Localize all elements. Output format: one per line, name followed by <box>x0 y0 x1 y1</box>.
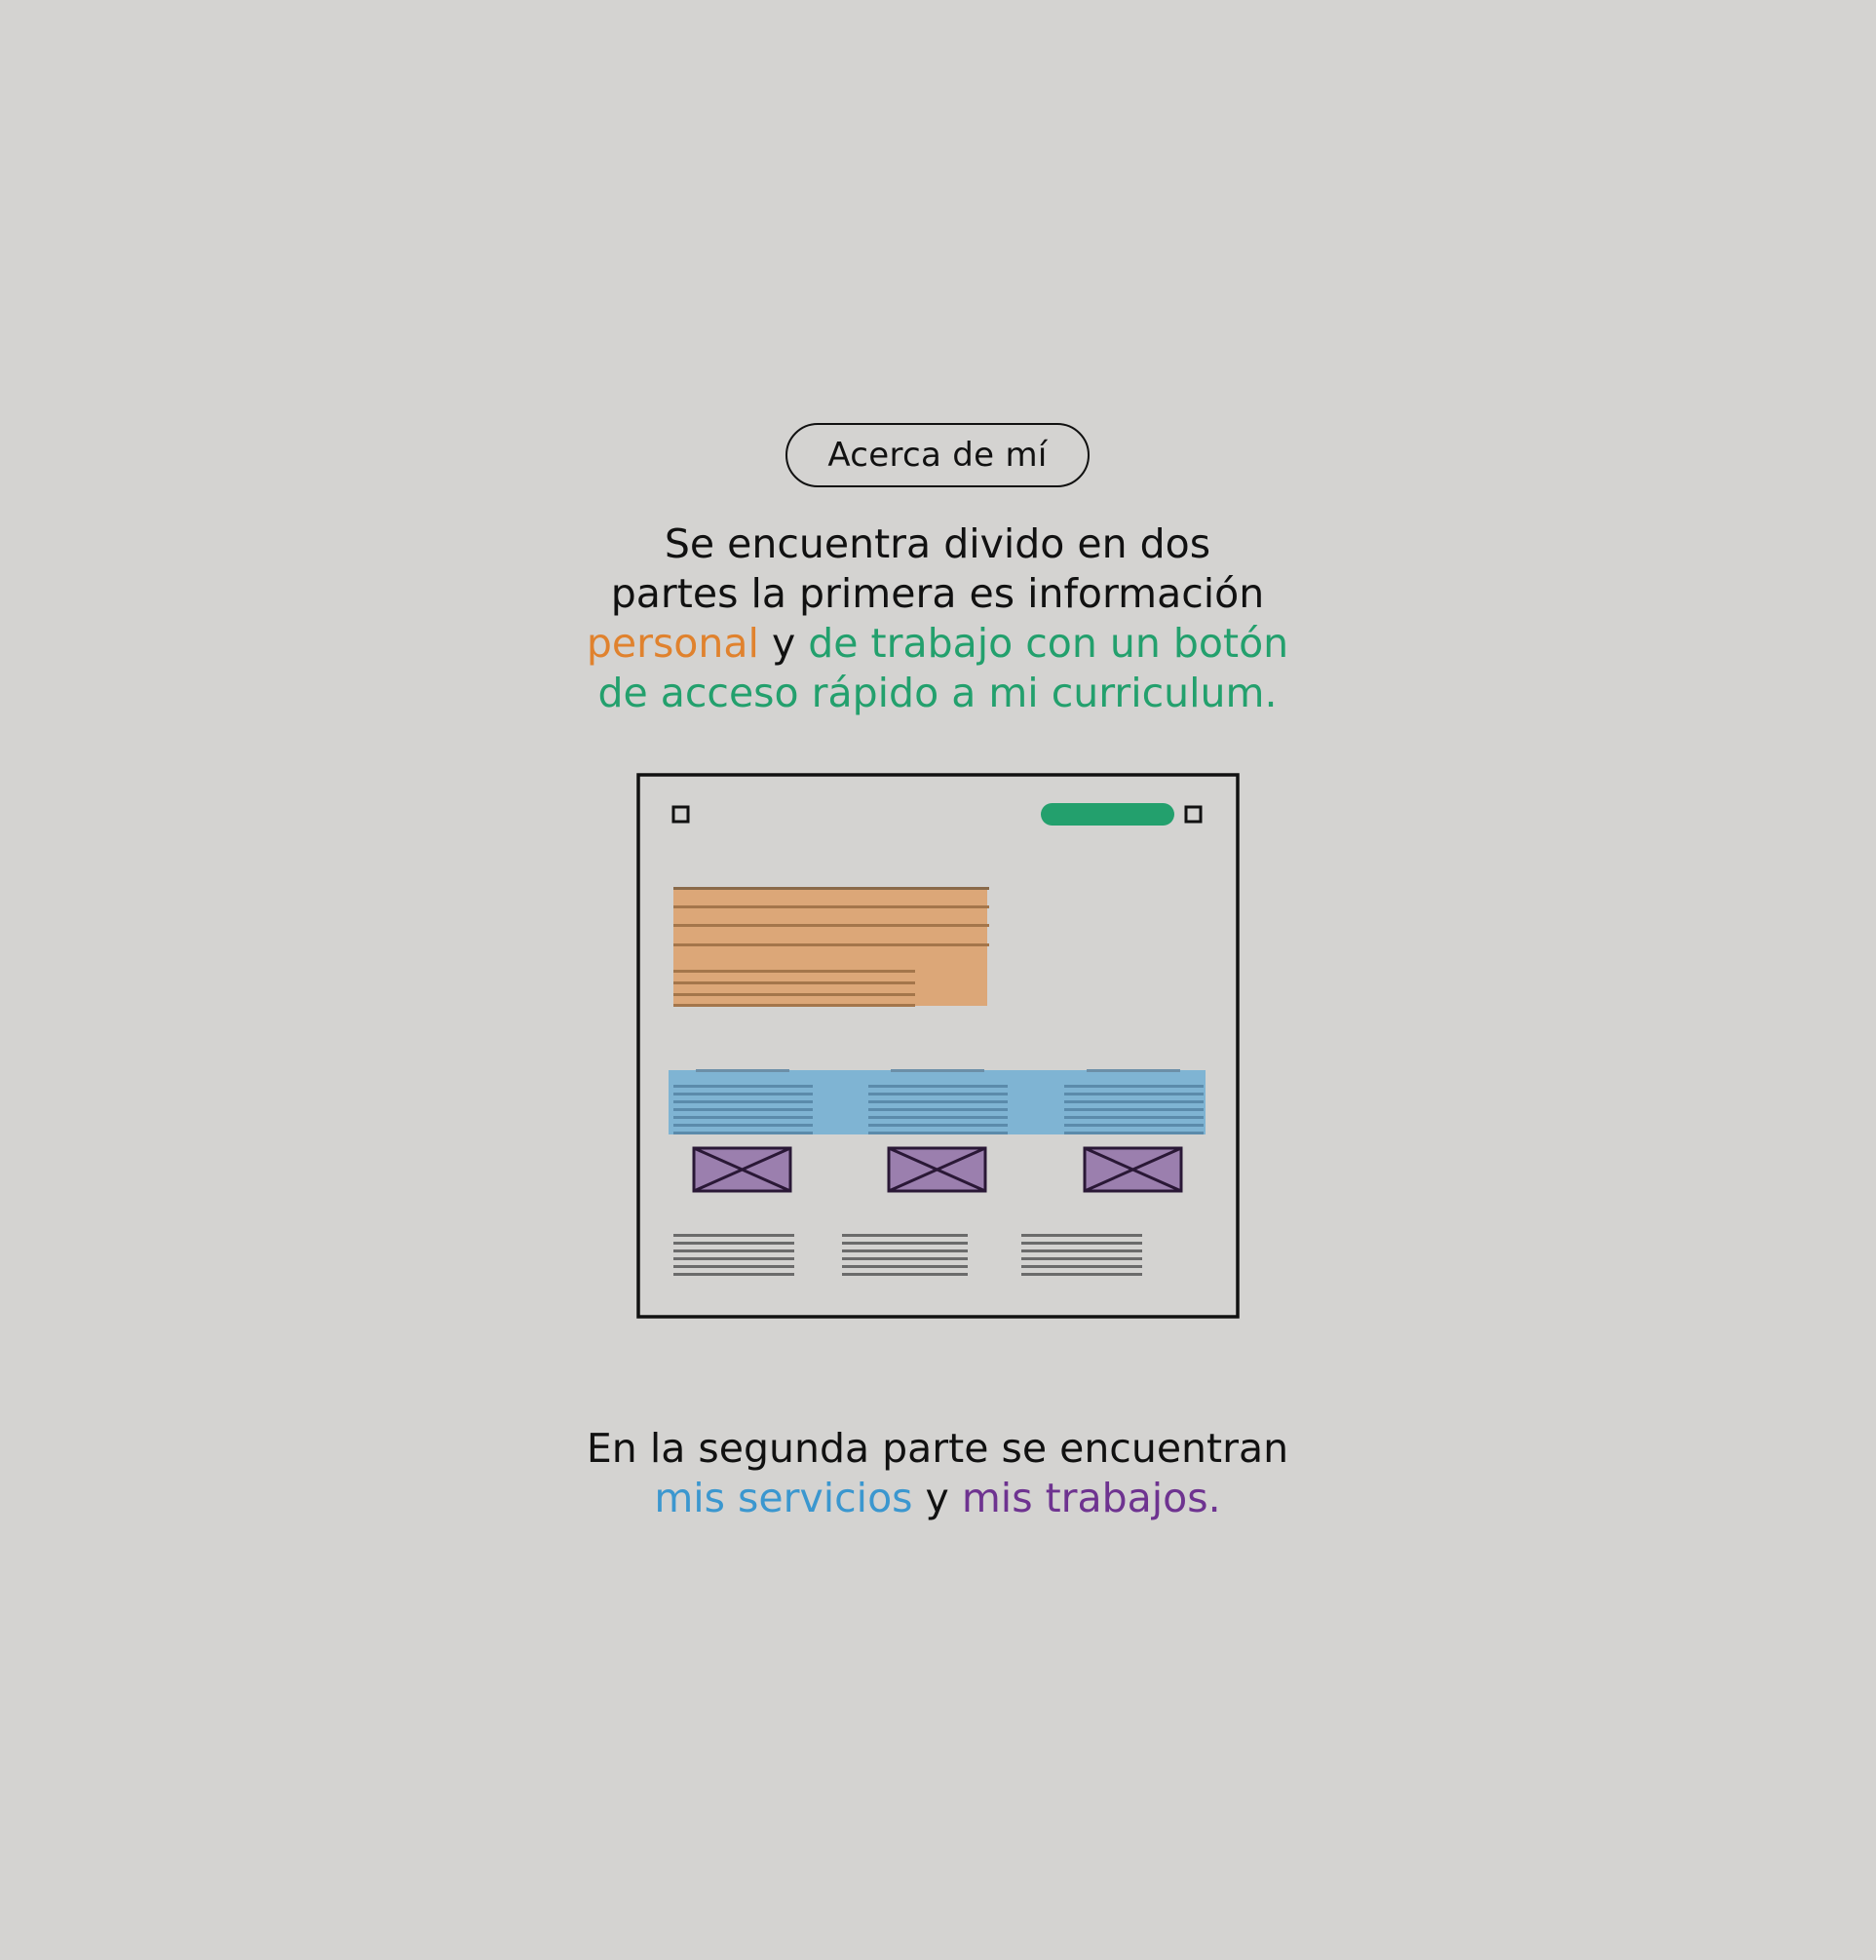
work-thumbnail <box>1083 1146 1183 1193</box>
intro-line-4: de acceso rápido a mi curriculum. <box>597 670 1278 716</box>
cv-button <box>1041 803 1174 826</box>
intro-line-2: partes la primera es información <box>610 570 1265 617</box>
menu-square-icon <box>671 805 690 824</box>
outro-works-text: mis trabajos. <box>961 1475 1221 1521</box>
wireframe-svg <box>636 773 1240 1319</box>
personal-info-block <box>673 887 989 1007</box>
menu-square-icon <box>1184 805 1203 824</box>
work-thumbnail <box>887 1146 987 1193</box>
intro-work-text: de trabajo con un botón <box>808 620 1289 667</box>
section-label-pill: Acerca de mí <box>785 423 1090 487</box>
outro-services-text: mis servicios <box>654 1475 913 1521</box>
intro-line-3: personal y de trabajo con un botón <box>450 619 1425 669</box>
section-label: Acerca de mí <box>827 436 1048 475</box>
outro-line-1: En la segunda parte se encuentran <box>586 1425 1289 1472</box>
intro-personal-text: personal <box>586 620 759 667</box>
works-thumbnails <box>692 1146 1183 1193</box>
outro-conjunction: y <box>912 1475 962 1521</box>
outro-line-2: mis servicios y mis trabajos. <box>450 1474 1425 1523</box>
work-thumbnail <box>692 1146 792 1193</box>
wireframe-diagram <box>636 773 1240 1319</box>
bottom-text-blocks <box>673 1234 1142 1276</box>
intro-line-1: Se encuentra divido en dos <box>664 520 1211 567</box>
outro-paragraph: En la segunda parte se encuentran mis se… <box>450 1424 1425 1523</box>
services-band <box>669 1069 1206 1134</box>
intro-conjunction: y <box>758 620 809 667</box>
intro-paragraph: Se encuentra divido en dos partes la pri… <box>450 519 1425 718</box>
